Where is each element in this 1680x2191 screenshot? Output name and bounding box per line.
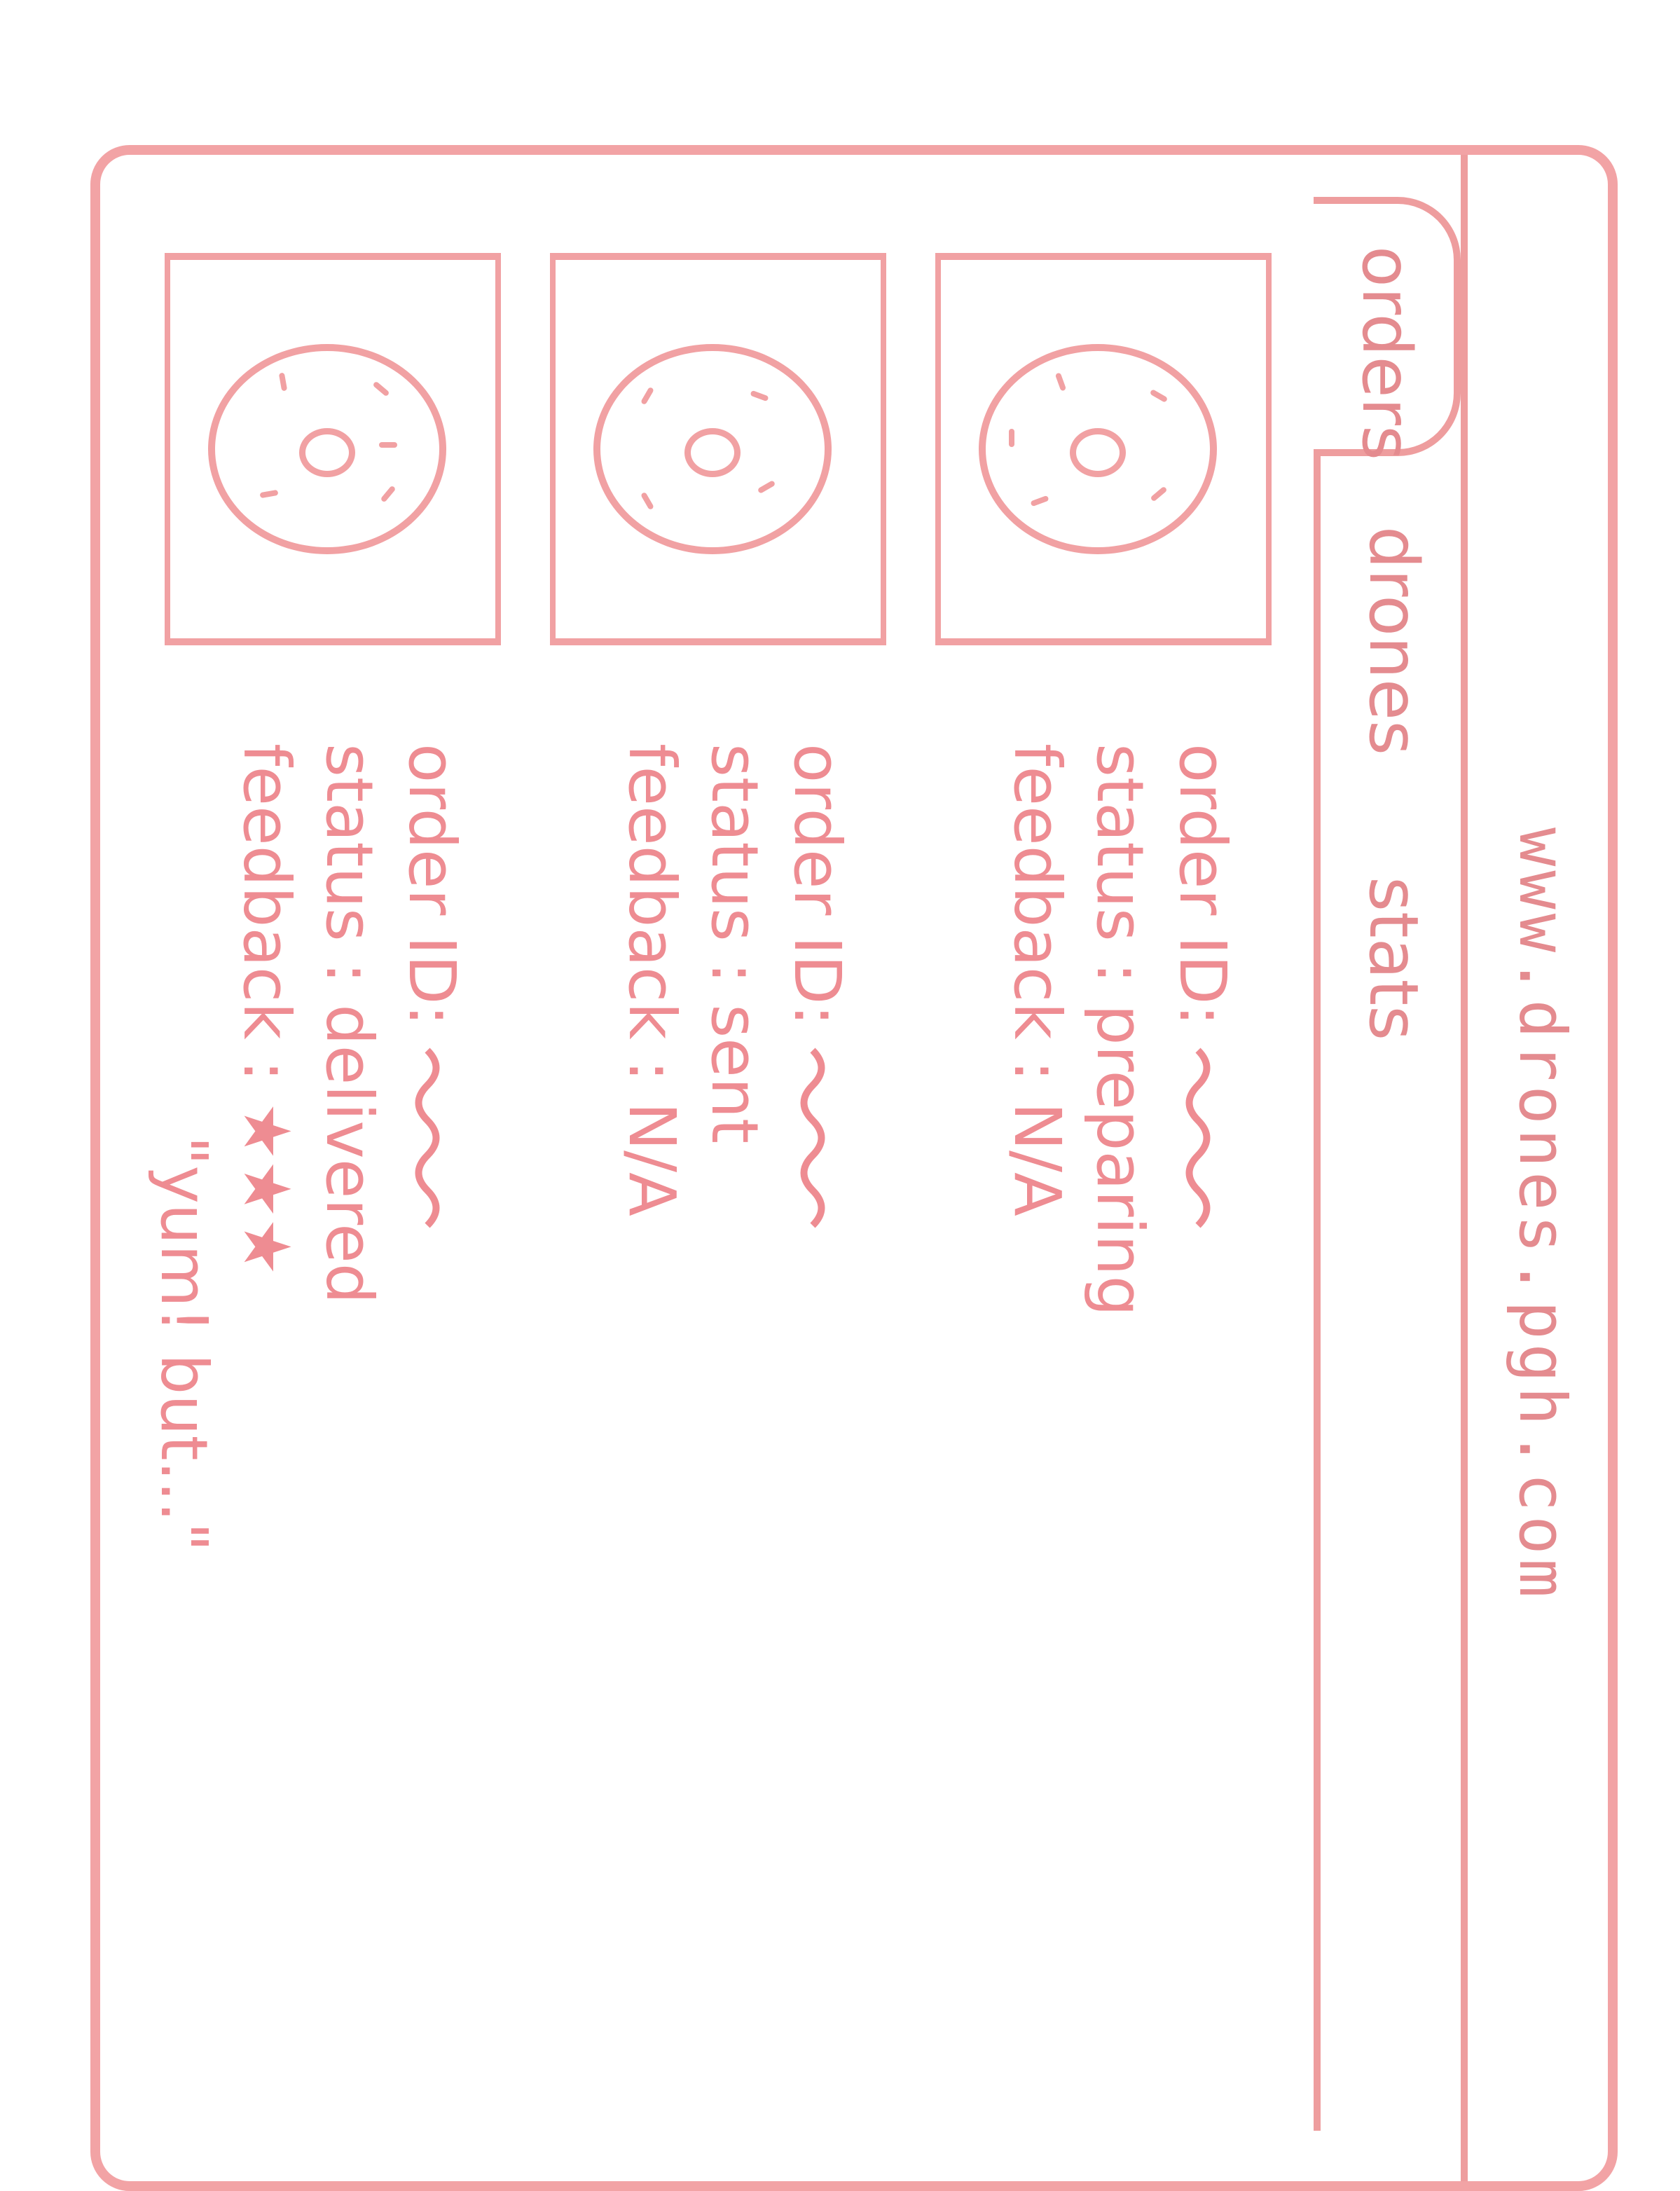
order-feedback-label: feedback : [614,743,689,1082]
sprinkle [1030,495,1049,507]
tab-drones[interactable]: drones stats [1314,484,1461,1325]
order-id-label: order ID: [394,743,469,1026]
sprinkle [379,442,397,448]
url-text: www.drones.pgh.com [1505,827,1580,1602]
order-id-row: order ID: [1161,743,1244,1317]
order-status-row: status : sent [693,743,776,1229]
order-id-label: order ID: [780,743,855,1026]
donut-icon [593,344,832,554]
order-feedback-value: N/A [614,1102,689,1216]
sprinkle [1009,429,1014,447]
order-status-label: status : [312,743,387,984]
sprinkle [278,372,288,392]
order-feedback-label: feedback : [229,743,304,1082]
sprinkle [750,390,769,402]
order-item[interactable]: order ID: status : delivered feedback : … [146,253,501,2145]
browser-window: www.drones.pgh.com orders drones stats o… [90,145,1618,2191]
star-icon: ★★★ [229,1102,304,1276]
sprinkle [380,485,397,503]
order-status-value: sent [697,1004,772,1144]
order-id-row: order ID: [776,743,858,1229]
order-status-value: delivered [312,1004,387,1305]
order-thumbnail [935,253,1272,645]
sketch-canvas: www.drones.pgh.com orders drones stats o… [0,0,1680,2191]
order-feedback-comment: "yum! but..." [146,1136,221,1552]
order-id-label: order ID: [1165,743,1240,1026]
order-feedback-label: feedback : [1000,743,1075,1082]
order-item[interactable]: order ID: status : preparing feedback : … [921,253,1272,2145]
tab-orders-label: orders [1347,246,1426,460]
sprinkle [1149,389,1169,403]
sprinkle [372,380,390,397]
tab-stats-label[interactable]: stats [1354,877,1433,1040]
sprinkle [640,386,654,406]
order-details: order ID: status : preparing feedback : … [996,743,1244,1317]
order-status-row: status : delivered [308,743,390,1552]
donut-hole [1070,428,1126,477]
squiggle-placeholder-icon [1185,1048,1211,1228]
order-item[interactable]: order ID: status : sent feedback : N/A [536,253,886,2145]
order-id-row: order ID: [390,743,473,1552]
order-details: order ID: status : delivered feedback : … [142,743,473,1552]
order-status-label: status : [697,743,772,984]
order-feedback-comment-row: "yum! but..." [142,743,225,1552]
sprinkle [1054,372,1067,392]
sprinkle [259,489,279,499]
sprinkle [1150,486,1168,502]
order-status-value: preparing [1082,1004,1157,1317]
donut-hole [684,428,741,477]
sprinkle [757,480,776,494]
sprinkle [640,491,654,511]
donut-hole [299,428,355,477]
squiggle-placeholder-icon [800,1048,825,1228]
donut-icon [979,344,1217,554]
order-details: order ID: status : sent feedback : N/A [610,743,858,1229]
squiggle-placeholder-icon [415,1048,440,1228]
order-feedback-row: feedback : N/A [610,743,693,1229]
tab-divider [1314,456,1321,2131]
order-thumbnail [550,253,886,645]
address-bar[interactable]: www.drones.pgh.com [1461,155,1608,2181]
order-status-label: status : [1082,743,1157,984]
browser-window-rotated: www.drones.pgh.com orders drones stats o… [90,145,1618,2191]
order-thumbnail [165,253,501,645]
tab-orders[interactable]: orders [1314,197,1461,460]
order-feedback-row: feedback : ★★★ [225,743,308,1552]
order-feedback-value: N/A [1000,1102,1075,1216]
order-feedback-row: feedback : N/A [996,743,1078,1317]
order-status-row: status : preparing [1078,743,1161,1317]
tab-drones-label: drones [1354,526,1433,755]
donut-icon [208,344,446,554]
